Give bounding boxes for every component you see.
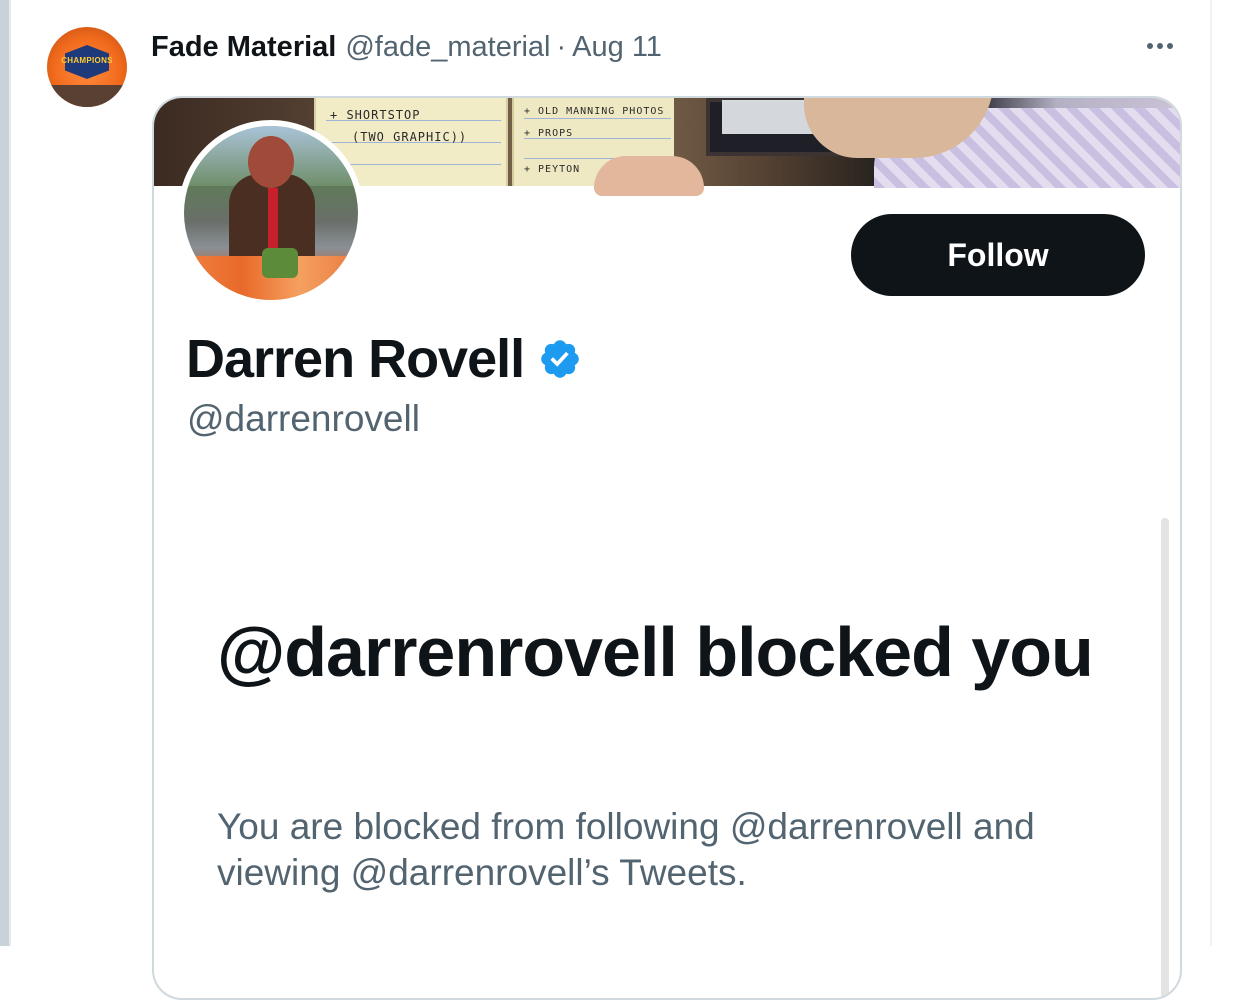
profile-name: Darren Rovell bbox=[186, 329, 525, 389]
timeline-right-border bbox=[1210, 0, 1212, 946]
blocked-title: @darrenrovell blocked you bbox=[217, 613, 1094, 691]
avatar-badge-text: CHAMPIONS bbox=[61, 56, 113, 65]
embedded-profile-screenshot[interactable]: + SHORTSTOP (TWO GRAPHIC)) + OLD MANNING… bbox=[152, 96, 1182, 1000]
follow-button[interactable]: Follow bbox=[851, 214, 1145, 296]
author-name[interactable]: Fade Material bbox=[151, 31, 336, 64]
profile-handle: @darrenrovell bbox=[187, 398, 420, 439]
more-horizontal-icon[interactable] bbox=[1140, 34, 1180, 58]
tweet-date[interactable]: Aug 11 bbox=[572, 31, 662, 64]
profile-avatar[interactable] bbox=[178, 120, 364, 306]
author-avatar[interactable]: CHAMPIONS bbox=[47, 27, 127, 107]
tweet-header: Fade Material @fade_material · Aug 11 bbox=[151, 30, 662, 64]
profile-name-row: Darren Rovell bbox=[186, 328, 582, 390]
scrollbar-thumb[interactable] bbox=[1161, 518, 1169, 998]
header-separator: · bbox=[556, 30, 567, 63]
blocked-description: You are blocked from following @darrenro… bbox=[217, 806, 1035, 893]
author-handle[interactable]: @fade_material bbox=[345, 31, 550, 64]
left-rail bbox=[0, 0, 9, 946]
left-rail-divider bbox=[9, 0, 11, 946]
verified-badge-icon bbox=[541, 340, 579, 378]
